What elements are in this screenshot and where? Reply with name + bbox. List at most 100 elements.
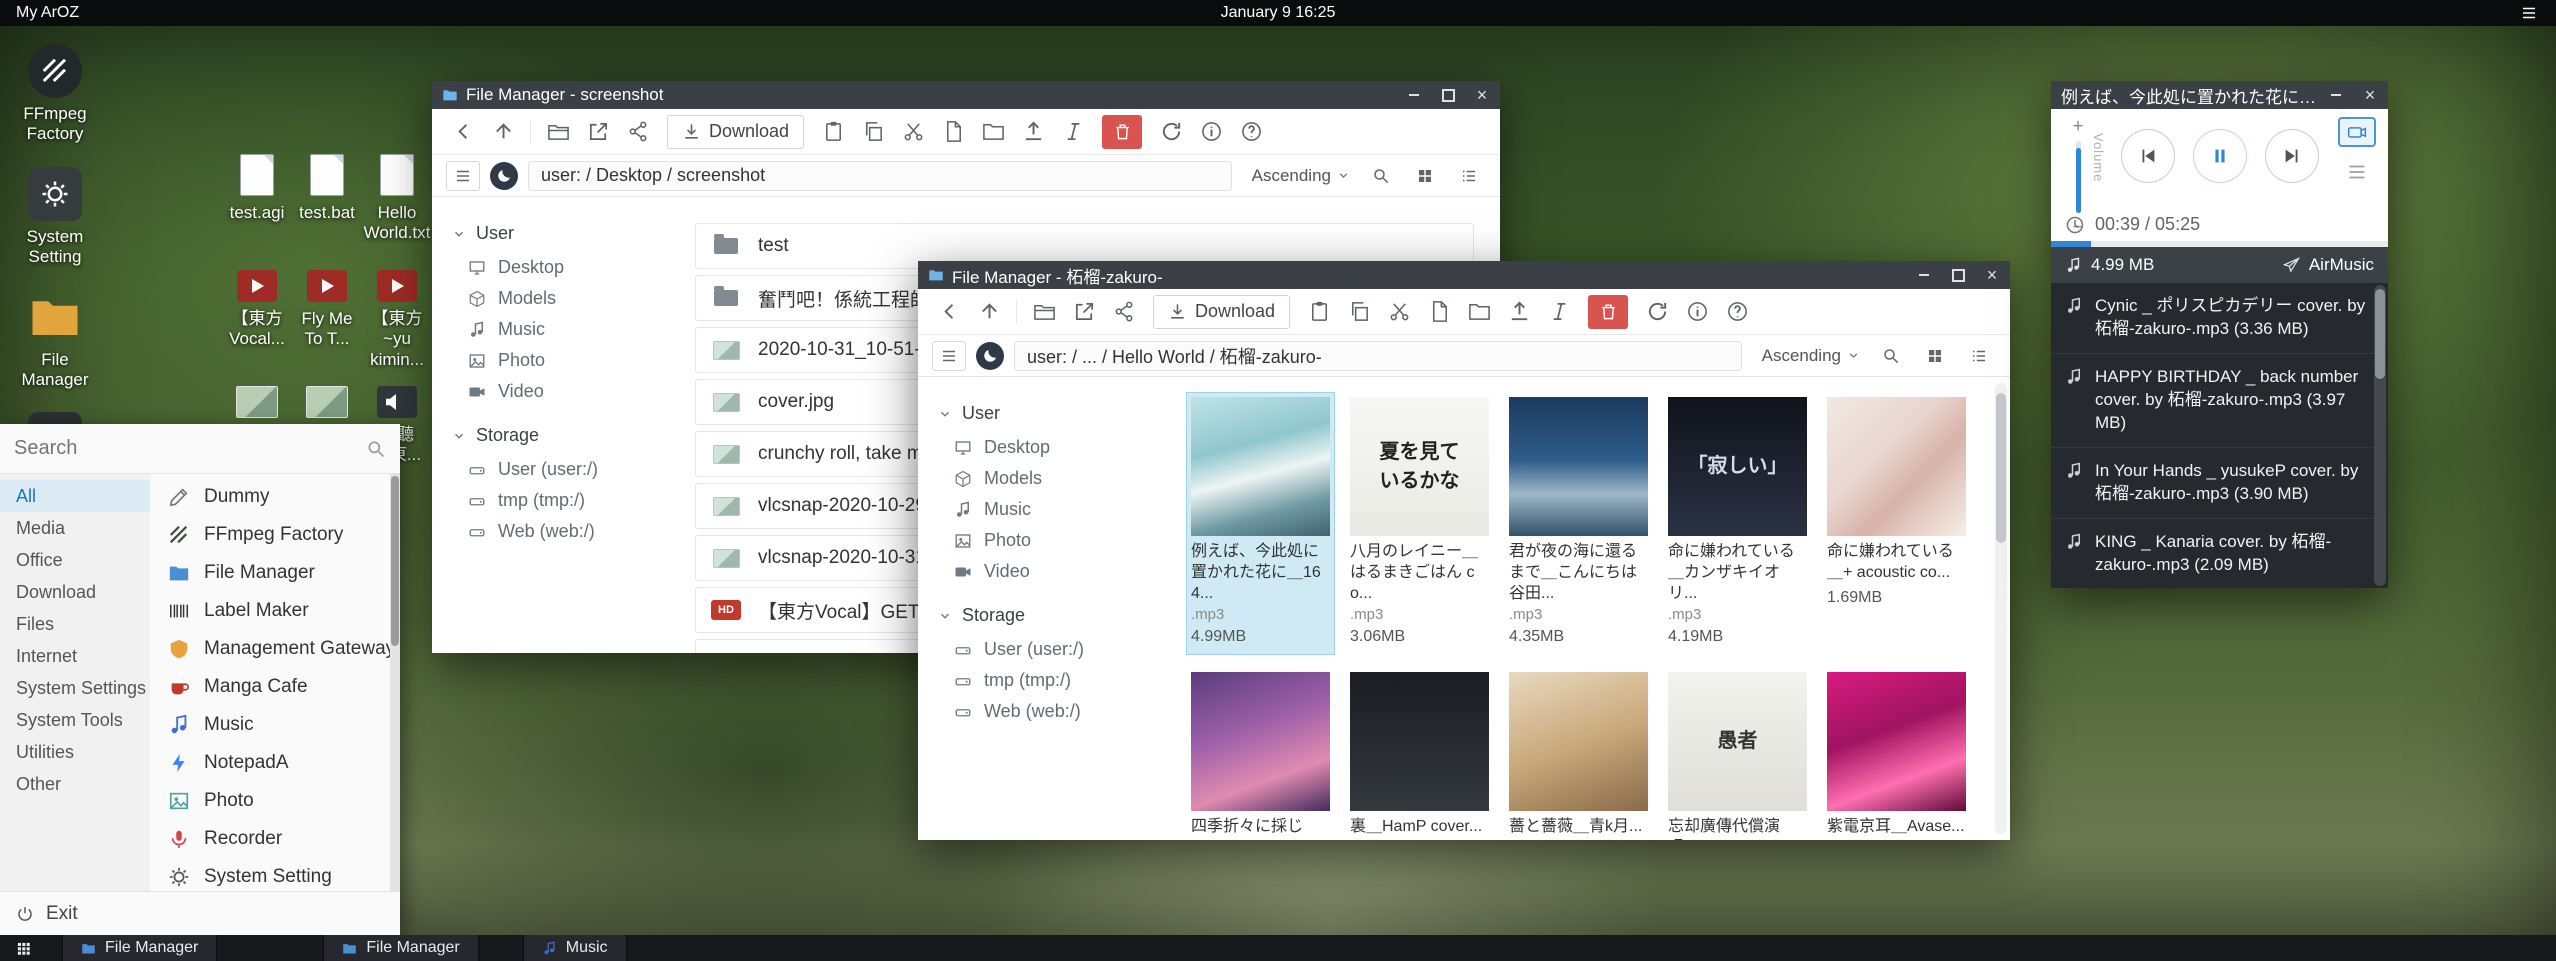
list-view-button[interactable] — [1452, 161, 1486, 191]
new-file-button[interactable] — [934, 113, 972, 151]
sidebar-item[interactable]: Music — [938, 494, 1173, 525]
app-list-item[interactable]: Photo — [150, 782, 400, 820]
theme-toggle-button[interactable] — [490, 162, 518, 190]
sidebar-item-storage[interactable]: Web (web:/) — [938, 696, 1173, 727]
window-titlebar[interactable]: 例えば、今此処に置かれた花に＿164 c... × — [2051, 81, 2388, 109]
list-view-button[interactable] — [1962, 341, 1996, 371]
app-list-item[interactable]: Management Gateway — [150, 630, 400, 668]
sort-order-select[interactable]: Ascending — [1252, 166, 1350, 186]
sort-order-select[interactable]: Ascending — [1762, 346, 1860, 366]
desktop-file-icon[interactable]: 【東方Vocal... — [222, 262, 292, 378]
sidebar-item[interactable]: Music — [452, 314, 687, 345]
exit-button[interactable]: Exit — [0, 891, 400, 935]
paste-button[interactable] — [814, 113, 852, 151]
scrollbar-thumb[interactable] — [2375, 289, 2385, 379]
file-tile[interactable]: 夏を見て いるかな 八月のレイニー＿はるまきごはん co... .mp3 3.0… — [1346, 393, 1493, 654]
new-file-button[interactable] — [1420, 293, 1458, 331]
refresh-button[interactable] — [1638, 293, 1676, 331]
pause-button[interactable] — [2193, 129, 2247, 183]
close-button[interactable]: × — [1474, 87, 1490, 103]
sidebar-item[interactable]: Models — [452, 283, 687, 314]
category-item[interactable]: System Tools — [0, 704, 150, 736]
share-button[interactable] — [619, 113, 657, 151]
category-item[interactable]: All — [0, 480, 150, 512]
open-button[interactable] — [1025, 293, 1063, 331]
grid-view-button[interactable] — [1408, 161, 1442, 191]
download-button[interactable]: Download — [667, 115, 804, 149]
desktop-icon[interactable]: System Setting — [16, 167, 94, 268]
refresh-button[interactable] — [1152, 113, 1190, 151]
rename-button[interactable] — [1054, 113, 1092, 151]
sidebar-toggle-button[interactable] — [932, 341, 966, 371]
sidebar-item-storage[interactable]: User (user:/) — [938, 634, 1173, 665]
file-tile[interactable]: 愚者 忘却廣傳代償演唱... — [1664, 668, 1811, 840]
playlist-item[interactable]: In Your Hands _ yusukeP cover. by 柘榴-zak… — [2051, 448, 2374, 519]
taskbar-item[interactable]: File Manager — [323, 935, 478, 961]
window-titlebar[interactable]: File Manager - screenshot × — [432, 81, 1500, 109]
open-in-new-button[interactable] — [1065, 293, 1103, 331]
scrollbar-thumb[interactable] — [391, 476, 399, 646]
file-tile[interactable]: 紫電京耳＿Avase... — [1823, 668, 1970, 840]
delete-button[interactable] — [1588, 295, 1628, 329]
minimize-button[interactable] — [1916, 267, 1932, 283]
app-list-item[interactable]: Dummy — [150, 478, 400, 516]
category-item[interactable]: Files — [0, 608, 150, 640]
open-button[interactable] — [539, 113, 577, 151]
download-button[interactable]: Download — [1153, 295, 1290, 329]
up-button[interactable] — [970, 293, 1008, 331]
sidebar-item-storage[interactable]: tmp (tmp:/) — [938, 665, 1173, 696]
start-menu-scrollbar[interactable] — [390, 474, 400, 891]
scrollbar-thumb[interactable] — [1996, 393, 2006, 543]
app-list-item[interactable]: Label Maker — [150, 592, 400, 630]
desktop-file-icon[interactable]: Hello World.txt — [362, 146, 432, 262]
sidebar-item[interactable]: Desktop — [938, 432, 1173, 463]
rename-button[interactable] — [1540, 293, 1578, 331]
maximize-button[interactable] — [1440, 87, 1456, 103]
delete-button[interactable] — [1102, 115, 1142, 149]
help-button[interactable] — [1718, 293, 1756, 331]
file-tile[interactable]: 裏＿HamP cover... — [1346, 668, 1493, 840]
file-tile[interactable]: 四季折々に採じて... — [1187, 668, 1334, 840]
back-button[interactable] — [930, 293, 968, 331]
grid-view-button[interactable] — [1918, 341, 1952, 371]
seek-bar[interactable] — [2051, 241, 2388, 247]
properties-button[interactable] — [1192, 113, 1230, 151]
app-list-item[interactable]: Music — [150, 706, 400, 744]
properties-button[interactable] — [1678, 293, 1716, 331]
close-button[interactable]: × — [2362, 87, 2378, 103]
previous-track-button[interactable] — [2121, 129, 2175, 183]
upload-button[interactable] — [1014, 113, 1052, 151]
taskbar-item[interactable]: Music — [523, 935, 627, 961]
category-item[interactable]: System Settings — [0, 672, 150, 704]
desktop-file-icon[interactable]: test.bat — [292, 146, 362, 262]
playlist-item[interactable]: HAPPY BIRTHDAY _ back number cover. by 柘… — [2051, 354, 2374, 448]
search-button[interactable] — [1364, 161, 1398, 191]
breadcrumb[interactable]: user: / Desktop / screenshot — [528, 161, 1232, 191]
file-tile[interactable]: 命に嫌われている＿+ acoustic co... 1.69MB — [1823, 393, 1970, 654]
app-list-item[interactable]: System Setting — [150, 858, 400, 891]
desktop-icon[interactable]: FFmpeg Factory — [16, 44, 94, 145]
theme-toggle-button[interactable] — [976, 342, 1004, 370]
app-launcher-button[interactable] — [0, 935, 46, 961]
sidebar-item[interactable]: Photo — [938, 525, 1173, 556]
window-titlebar[interactable]: File Manager - 柘榴-zakuro- × — [918, 261, 2010, 289]
sidebar-section-user[interactable]: User — [938, 403, 1173, 424]
search-button[interactable] — [1874, 341, 1908, 371]
upload-button[interactable] — [1500, 293, 1538, 331]
airmusic-badge[interactable]: AirMusic — [2283, 255, 2374, 275]
top-menu-button[interactable] — [2520, 4, 2538, 22]
close-button[interactable]: × — [1984, 267, 2000, 283]
minimize-button[interactable] — [2328, 87, 2344, 103]
category-item[interactable]: Media — [0, 512, 150, 544]
sidebar-section-storage[interactable]: Storage — [938, 605, 1173, 626]
playlist-item[interactable]: Cynic _ ポリスピカデリー cover. by 柘榴-zakuro-.mp… — [2051, 283, 2374, 354]
sidebar-item[interactable]: Video — [938, 556, 1173, 587]
back-button[interactable] — [444, 113, 482, 151]
sidebar-item-storage[interactable]: User (user:/) — [452, 454, 687, 485]
file-tile[interactable]: 君が夜の海に還るまで＿こんにちは谷田... .mp3 4.35MB — [1505, 393, 1652, 654]
sidebar-item-storage[interactable]: tmp (tmp:/) — [452, 485, 687, 516]
app-list-item[interactable]: NotepadA — [150, 744, 400, 782]
category-item[interactable]: Download — [0, 576, 150, 608]
copy-button[interactable] — [1340, 293, 1378, 331]
system-brand[interactable]: My ArOZ — [16, 4, 79, 22]
